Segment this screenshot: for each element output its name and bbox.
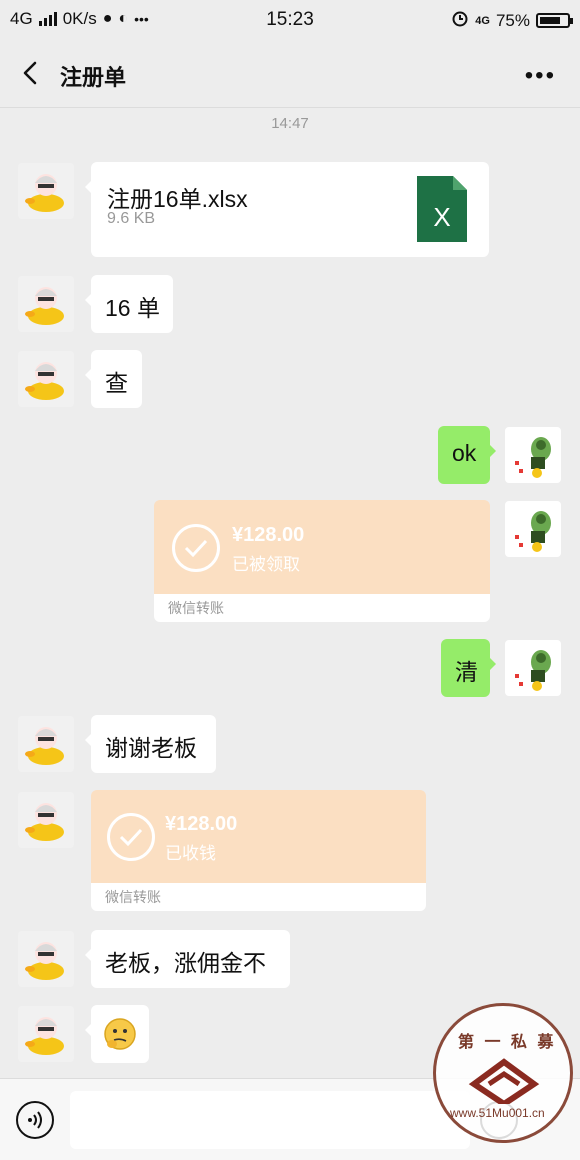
file-name: 注册16单.xlsx xyxy=(107,186,248,212)
contact-avatar[interactable] xyxy=(18,276,74,332)
voice-input-icon[interactable] xyxy=(16,1101,54,1139)
my-avatar[interactable] xyxy=(505,640,561,696)
back-arrow-icon[interactable] xyxy=(18,60,44,86)
signal-4g-label: 4G xyxy=(475,14,490,27)
status-right: 4G 75% xyxy=(451,9,573,32)
alarm-icon xyxy=(451,9,469,32)
text-message-sent[interactable]: ok xyxy=(438,426,496,484)
transfer-status: 已收钱 xyxy=(165,844,216,863)
text-message[interactable]: 谢谢老板 xyxy=(85,715,216,773)
chat-header: 注册单 ••• xyxy=(0,40,580,108)
excel-letter: X xyxy=(433,202,450,232)
check-circle-icon xyxy=(107,813,155,861)
transfer-sent-card[interactable]: ¥128.00 已被领取 微信转账 xyxy=(154,500,490,622)
battery-percent: 75% xyxy=(495,10,530,30)
battery-icon xyxy=(536,13,573,28)
message-timestamp: 14:47 xyxy=(271,115,309,132)
message-text: ok xyxy=(452,440,477,466)
contact-avatar[interactable] xyxy=(18,792,74,848)
check-circle-icon xyxy=(172,524,220,572)
watermark-emblem-icon xyxy=(468,1058,540,1104)
transfer-received-card[interactable]: ¥128.00 已收钱 微信转账 xyxy=(91,790,426,911)
more-options-icon[interactable]: ••• xyxy=(525,62,556,90)
text-message-sent[interactable]: 清 xyxy=(441,639,496,697)
transfer-amount: ¥128.00 xyxy=(165,813,238,835)
text-message[interactable]: 查 xyxy=(85,350,142,408)
message-text: 查 xyxy=(105,370,128,396)
status-bar: 4G 0K/s ● ◐ ••• 15:23 4G 75% xyxy=(0,0,580,40)
contact-avatar[interactable] xyxy=(18,716,74,772)
transfer-amount: ¥128.00 xyxy=(232,524,305,546)
contact-avatar[interactable] xyxy=(18,163,74,219)
transfer-label: 微信转账 xyxy=(91,883,426,911)
file-size: 9.6 KB xyxy=(107,210,156,227)
excel-file-icon: X xyxy=(417,176,467,242)
contact-avatar[interactable] xyxy=(18,931,74,987)
message-text: 谢谢老板 xyxy=(105,735,197,761)
message-input[interactable] xyxy=(70,1091,470,1149)
message-text: 老板，涨佣金不 xyxy=(105,950,266,976)
watermark-top-text: 第 一 私 募 xyxy=(458,1034,557,1051)
transfer-label: 微信转账 xyxy=(154,594,490,622)
watermark-url: www.51Mu001.cn xyxy=(450,1106,545,1120)
transfer-status: 已被领取 xyxy=(232,555,300,574)
watermark-logo: 第 一 私 募 www.51Mu001.cn xyxy=(433,1003,573,1143)
chat-title: 注册单 xyxy=(60,65,127,90)
battery-fill xyxy=(540,17,560,24)
thinking-face-emoji-icon xyxy=(103,1017,137,1057)
message-text: 清 xyxy=(455,659,478,685)
text-message[interactable]: 16 单 xyxy=(85,275,173,333)
emoji-message[interactable] xyxy=(85,1005,149,1063)
text-message[interactable]: 老板，涨佣金不 xyxy=(85,930,290,988)
my-avatar[interactable] xyxy=(505,427,561,483)
contact-avatar[interactable] xyxy=(18,351,74,407)
contact-avatar[interactable] xyxy=(18,1006,74,1062)
message-text: 16 单 xyxy=(105,295,160,321)
my-avatar[interactable] xyxy=(505,501,561,557)
file-message[interactable]: 注册16单.xlsx 9.6 KB X xyxy=(85,162,489,257)
